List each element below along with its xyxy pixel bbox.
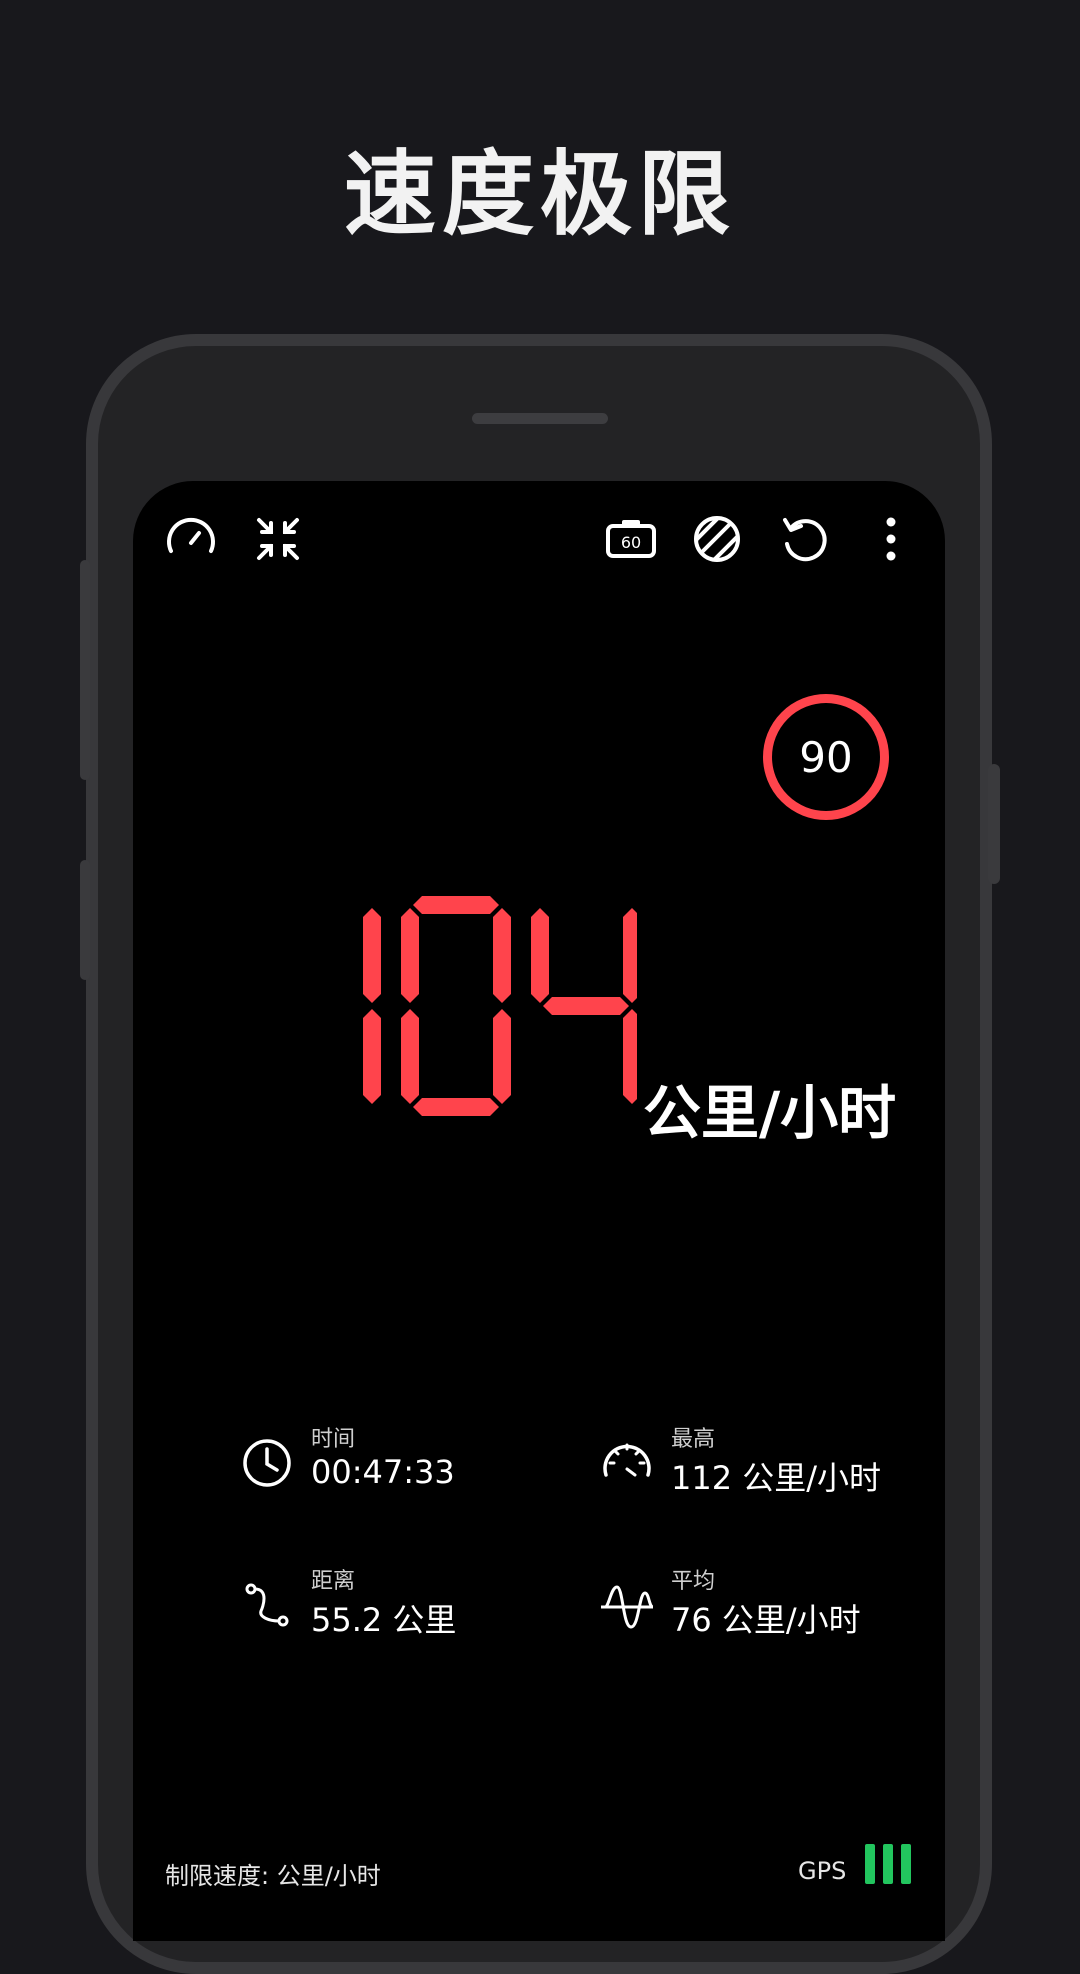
speed-camera-icon[interactable]: 60: [603, 511, 659, 567]
gps-bar: [883, 1844, 893, 1884]
stat-value: 76 公里/小时: [671, 1601, 861, 1639]
phone-side-button: [80, 560, 90, 780]
stat-time: 时间 00:47:33: [239, 1421, 559, 1521]
speed-digit-segment: [623, 1009, 637, 1104]
clock-icon: [243, 1439, 291, 1487]
headline: 速度极限: [343, 141, 736, 248]
app-screen: 60 90 公里/小时 时间 00:47:33 最高 112 公里/小时 距离 …: [133, 481, 945, 1941]
phone-side-button: [80, 860, 90, 980]
speed-digit-segment: [363, 908, 381, 1003]
stat-value: 55.2 公里: [311, 1601, 457, 1639]
gps-bar: [865, 1844, 875, 1884]
phone-speaker: [472, 413, 608, 424]
speed-digit-segment: [401, 908, 419, 1003]
speed-digit-segment: [413, 1098, 499, 1116]
speed-digit-segment: [493, 908, 511, 1003]
gps-label: GPS: [798, 1857, 847, 1885]
route-icon: [245, 1583, 289, 1627]
more-vert-icon[interactable]: [863, 511, 919, 567]
stat-max: 最高 112 公里/小时: [599, 1421, 919, 1521]
svg-text:60: 60: [621, 533, 641, 552]
speed-digit-segment: [363, 1009, 381, 1104]
stat-average: 平均 76 公里/小时: [599, 1563, 919, 1663]
reset-icon[interactable]: [776, 511, 832, 567]
speed-unit: 公里/小时: [643, 1079, 897, 1147]
speed-digit-segment: [493, 1009, 511, 1104]
speed-digit-segment: [623, 908, 637, 1003]
speedometer-icon[interactable]: [163, 511, 219, 567]
compress-icon[interactable]: [250, 511, 306, 567]
speed-limit-sign[interactable]: 90: [763, 694, 889, 820]
stat-value: 00:47:33: [311, 1453, 455, 1491]
stat-label: 距离: [311, 1569, 356, 1594]
stat-distance: 距离 55.2 公里: [239, 1563, 559, 1663]
stat-label: 平均: [671, 1569, 716, 1594]
wave-icon: [601, 1585, 654, 1629]
gps-signal-bars: [865, 1844, 911, 1884]
stat-label: 时间: [311, 1427, 356, 1452]
speed-digit-segment: [401, 1009, 419, 1104]
speed-digit-segment: [543, 997, 629, 1015]
speed-limit-footer[interactable]: 制限速度: 公里/小时: [165, 1856, 381, 1891]
speed-limit-value: 90: [799, 732, 853, 782]
speed-digit-segment: [413, 896, 499, 914]
theme-icon[interactable]: [689, 511, 745, 567]
stat-label: 最高: [671, 1427, 716, 1452]
phone-side-button: [988, 764, 1000, 884]
gps-bar: [901, 1844, 911, 1884]
speed-digital-readout: [363, 896, 637, 1116]
gauge-icon: [603, 1443, 651, 1477]
stat-value: 112 公里/小时: [671, 1459, 882, 1497]
speed-digit-segment: [531, 908, 549, 1003]
